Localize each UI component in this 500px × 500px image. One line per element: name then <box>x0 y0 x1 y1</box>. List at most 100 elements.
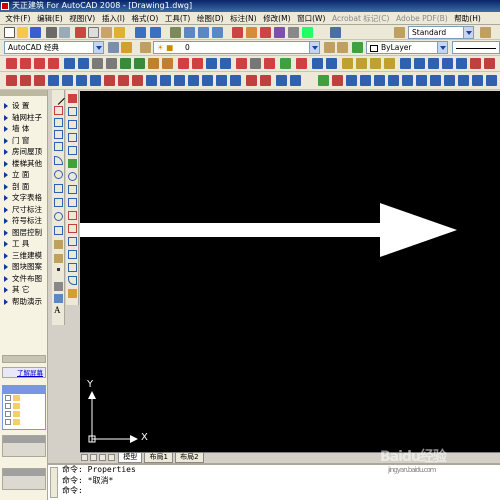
render-icon[interactable] <box>384 58 395 69</box>
menu-item-dimension[interactable]: 尺寸标注 <box>0 204 47 216</box>
light-icon[interactable] <box>356 58 367 69</box>
menu-adobe-pdf[interactable]: Adobe PDF(B) <box>393 12 451 24</box>
extend-icon[interactable] <box>458 75 469 86</box>
menu-item-stairs-other[interactable]: 楼梯其他 <box>0 158 47 170</box>
menu-format[interactable]: 格式(O) <box>128 12 161 24</box>
hatch-icon[interactable] <box>54 282 63 291</box>
zoom-previous-icon[interactable] <box>212 27 223 38</box>
mirror-tool-icon[interactable] <box>68 120 77 129</box>
first-tab-icon[interactable] <box>81 454 88 461</box>
axis-grid-icon[interactable] <box>6 58 17 69</box>
tree-row[interactable] <box>3 410 45 418</box>
menu-dimension[interactable]: 标注(N) <box>227 12 260 24</box>
menu-item-room-roof[interactable]: 房间屋顶 <box>0 146 47 158</box>
expand-icon[interactable] <box>5 395 11 401</box>
menu-window[interactable]: 窗口(W) <box>294 12 329 24</box>
chamfer-icon[interactable] <box>388 75 399 86</box>
sun-icon[interactable] <box>370 58 381 69</box>
menu-item-file-layout[interactable]: 文件布图 <box>0 273 47 285</box>
sheet-set-icon[interactable] <box>274 27 285 38</box>
menu-tools[interactable]: 工具(T) <box>162 12 194 24</box>
command-prompt[interactable]: 命令: <box>62 486 500 497</box>
menu-draw[interactable]: 绘图(D) <box>194 12 227 24</box>
qdim-icon[interactable] <box>276 75 287 86</box>
save-icon[interactable] <box>30 27 41 38</box>
array-icon[interactable] <box>326 58 337 69</box>
construction-line-icon[interactable] <box>54 106 63 115</box>
plot-preview-icon[interactable] <box>59 27 70 38</box>
tools-icon[interactable] <box>192 58 203 69</box>
copy-object-icon[interactable] <box>346 75 357 86</box>
revision-cloud-icon[interactable] <box>54 184 63 193</box>
menu-item-other[interactable]: 其 它 <box>0 284 47 296</box>
dim-break-icon[interactable] <box>146 75 157 86</box>
menu-item-help-demo[interactable]: 帮助演示 <box>0 296 47 308</box>
help-screen-link[interactable]: 了解屏幕 <box>2 367 46 378</box>
polyline-icon[interactable] <box>54 118 63 127</box>
layer-control-icon[interactable] <box>178 58 189 69</box>
next-tab-icon[interactable] <box>99 454 106 461</box>
trim-tool-icon[interactable] <box>68 211 77 220</box>
copy-tool-icon[interactable] <box>68 107 77 116</box>
dim-ordinate-icon[interactable] <box>48 75 59 86</box>
polygon-icon[interactable] <box>54 130 63 139</box>
dim-edit-icon[interactable] <box>216 75 227 86</box>
expand-icon[interactable] <box>5 411 11 417</box>
view-icon[interactable] <box>400 58 411 69</box>
move-tool-icon[interactable] <box>68 159 77 168</box>
layer-manager-icon[interactable] <box>140 42 151 53</box>
dim-baseline-icon[interactable] <box>104 75 115 86</box>
menu-view[interactable]: 视图(V) <box>66 12 99 24</box>
insert-block-icon[interactable] <box>54 240 63 249</box>
stretch-icon[interactable] <box>430 75 441 86</box>
text-style-icon[interactable] <box>394 27 405 38</box>
menu-item-elevation[interactable]: 立 面 <box>0 169 47 181</box>
point-icon[interactable] <box>57 268 60 271</box>
paste-icon[interactable] <box>101 27 112 38</box>
prev-tab-icon[interactable] <box>90 454 97 461</box>
dim-continue-icon[interactable] <box>118 75 129 86</box>
erase-tool-icon[interactable] <box>68 94 77 103</box>
tab-layout2[interactable]: 布局2 <box>175 453 204 463</box>
layer-combo[interactable]: ☀ ■ 0 <box>153 41 320 54</box>
design-center-icon[interactable] <box>246 27 257 38</box>
array-tool-icon[interactable] <box>68 146 77 155</box>
fly-icon[interactable] <box>456 58 467 69</box>
misc-icon[interactable] <box>250 58 261 69</box>
dimension-icon[interactable] <box>148 58 159 69</box>
dim-radius-icon[interactable] <box>62 75 73 86</box>
ellipse-arc-icon[interactable] <box>54 226 63 235</box>
rectangle-icon[interactable] <box>54 142 63 151</box>
dim-angular-icon[interactable] <box>90 75 101 86</box>
open-icon[interactable] <box>17 27 28 38</box>
circle-icon[interactable] <box>54 170 63 179</box>
new-icon[interactable] <box>4 27 15 38</box>
dim-arc-icon[interactable] <box>34 75 45 86</box>
redo-icon[interactable] <box>150 27 161 38</box>
expand-icon[interactable] <box>5 419 11 425</box>
menu-modify[interactable]: 修改(M) <box>260 12 294 24</box>
undo-icon[interactable] <box>135 27 146 38</box>
tree-row[interactable] <box>3 418 45 426</box>
lengthen-icon[interactable] <box>444 75 455 86</box>
menu-help[interactable]: 帮助(H) <box>451 12 484 24</box>
cut-icon[interactable] <box>75 27 86 38</box>
menu-item-symbol[interactable]: 符号标注 <box>0 215 47 227</box>
break-point-icon[interactable] <box>68 237 77 246</box>
drawing-canvas[interactable]: Y X <box>80 91 500 452</box>
layer-previous-icon[interactable] <box>337 42 348 53</box>
mirror-icon[interactable] <box>360 75 371 86</box>
line-icon[interactable] <box>52 92 65 105</box>
dim-space-icon[interactable] <box>132 75 143 86</box>
block-icon[interactable] <box>220 58 231 69</box>
tool-palettes-icon[interactable] <box>260 27 271 38</box>
command-grip[interactable] <box>50 467 58 498</box>
tab-layout1[interactable]: 布局1 <box>144 453 173 463</box>
erase-icon[interactable] <box>332 75 343 86</box>
center-mark-icon[interactable] <box>174 75 185 86</box>
lamp-icon[interactable] <box>342 58 353 69</box>
text-style-combo[interactable]: Standard <box>408 26 474 39</box>
rotate-icon[interactable] <box>402 75 413 86</box>
break-tool-icon[interactable] <box>68 250 77 259</box>
menu-file[interactable]: 文件(F) <box>2 12 34 24</box>
